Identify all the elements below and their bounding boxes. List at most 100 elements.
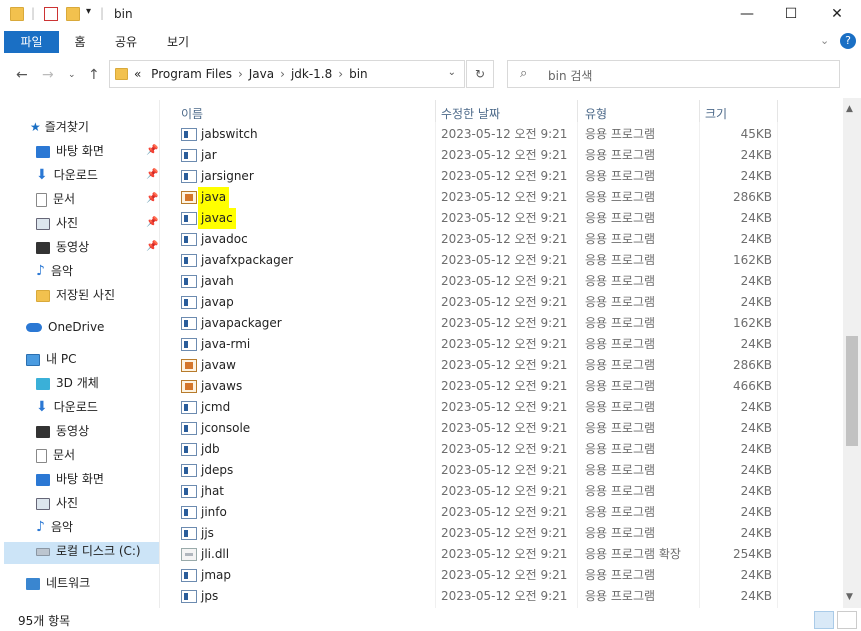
tab-home[interactable]: 홈 xyxy=(62,31,98,53)
file-row[interactable]: jconsole 2023-05-12 오전 9:21 응용 프로그램 24KB xyxy=(165,418,842,439)
sidebar-item-3d-objects[interactable]: 3D 개체 xyxy=(36,372,99,394)
pin-icon[interactable]: 📌 xyxy=(146,217,158,228)
3d-objects-icon xyxy=(36,377,50,390)
forward-arrow-icon[interactable]: → xyxy=(42,67,54,83)
column-divider[interactable] xyxy=(777,100,778,124)
sidebar-item-downloads[interactable]: ⬇ 다운로드 xyxy=(36,396,98,418)
chevron-right-icon[interactable]: › xyxy=(338,67,343,81)
properties-icon[interactable] xyxy=(44,7,58,21)
file-row[interactable]: jcmd 2023-05-12 오전 9:21 응용 프로그램 24KB xyxy=(165,397,842,418)
column-header-type[interactable]: 유형 xyxy=(585,105,607,122)
breadcrumb-item[interactable]: Java xyxy=(249,67,274,81)
file-row[interactable]: javapackager 2023-05-12 오전 9:21 응용 프로그램 162… xyxy=(165,313,842,334)
file-row[interactable]: jdb 2023-05-12 오전 9:21 응용 프로그램 24KB xyxy=(165,439,842,460)
file-row[interactable]: jli.dll 2023-05-12 오전 9:21 응용 프로그램 확장 254KB xyxy=(165,544,842,565)
sidebar-item-onedrive[interactable]: OneDrive xyxy=(26,316,104,338)
sidebar-item-saved-pictures[interactable]: 저장된 사진 xyxy=(36,284,115,306)
scroll-down-arrow-icon[interactable]: ▼ xyxy=(846,592,853,602)
sidebar-item-network[interactable]: 네트워크 xyxy=(26,572,90,594)
sidebar-item-pictures[interactable]: 사진 xyxy=(36,212,78,234)
minimize-button[interactable]: — xyxy=(732,3,762,25)
column-header-name[interactable]: 이름 xyxy=(181,105,203,122)
chevron-down-icon[interactable]: ⌄ xyxy=(448,67,456,78)
tab-view[interactable]: 보기 xyxy=(156,31,200,53)
file-row[interactable]: jmap 2023-05-12 오전 9:21 응용 프로그램 24KB xyxy=(165,565,842,586)
details-view-button[interactable] xyxy=(814,611,834,629)
tab-share[interactable]: 공유 xyxy=(104,31,148,53)
file-size: 286KB xyxy=(732,358,772,372)
breadcrumb-prefix[interactable]: « xyxy=(134,67,141,81)
file-row[interactable]: javadoc 2023-05-12 오전 9:21 응용 프로그램 24KB xyxy=(165,229,842,250)
tab-file[interactable]: 파일 xyxy=(4,31,59,53)
recent-dropdown-icon[interactable]: ⌄ xyxy=(68,70,76,80)
new-folder-icon[interactable] xyxy=(66,7,80,21)
column-header-size[interactable]: 크기 xyxy=(705,105,727,122)
file-row[interactable]: jjs 2023-05-12 오전 9:21 응용 프로그램 24KB xyxy=(165,523,842,544)
chevron-right-icon[interactable]: › xyxy=(238,67,243,81)
file-row[interactable]: java 2023-05-12 오전 9:21 응용 프로그램 286KB xyxy=(165,187,842,208)
sidebar-item-quick-access[interactable]: ★ 즐겨찾기 xyxy=(30,116,89,138)
file-row[interactable]: javah 2023-05-12 오전 9:21 응용 프로그램 24KB xyxy=(165,271,842,292)
file-row[interactable]: javaws 2023-05-12 오전 9:21 응용 프로그램 466KB xyxy=(165,376,842,397)
file-row[interactable]: java-rmi 2023-05-12 오전 9:21 응용 프로그램 24KB xyxy=(165,334,842,355)
file-row[interactable]: javafxpackager 2023-05-12 오전 9:21 응용 프로그램 1… xyxy=(165,250,842,271)
column-divider[interactable] xyxy=(699,100,700,124)
customize-toolbar-icon[interactable]: ▾ xyxy=(86,6,91,17)
help-icon[interactable]: ? xyxy=(840,33,856,49)
file-row[interactable]: jarsigner 2023-05-12 오전 9:21 응용 프로그램 24KB xyxy=(165,166,842,187)
column-header-date[interactable]: 수정한 날짜 xyxy=(441,105,500,122)
sidebar-item-pictures[interactable]: 사진 xyxy=(36,492,78,514)
back-arrow-icon[interactable]: ← xyxy=(16,67,28,83)
sidebar-item-this-pc[interactable]: 내 PC xyxy=(26,348,76,370)
vertical-scrollbar[interactable]: ▲ ▼ xyxy=(843,98,861,608)
scroll-up-arrow-icon[interactable]: ▲ xyxy=(846,104,853,114)
file-row[interactable]: jabswitch 2023-05-12 오전 9:21 응용 프로그램 45KB xyxy=(165,124,842,145)
column-divider[interactable] xyxy=(577,100,578,124)
column-divider[interactable] xyxy=(435,100,436,124)
window-title: bin xyxy=(114,7,133,21)
refresh-button[interactable]: ↻ xyxy=(466,60,494,88)
sidebar-item-music[interactable]: ♪ 음악 xyxy=(36,516,73,538)
scrollbar-thumb[interactable] xyxy=(846,336,858,446)
app-icon xyxy=(181,149,197,162)
file-name: jar xyxy=(201,148,217,162)
file-row[interactable]: javaw 2023-05-12 오전 9:21 응용 프로그램 286KB xyxy=(165,355,842,376)
file-size: 24KB xyxy=(740,484,772,498)
file-row[interactable]: javac 2023-05-12 오전 9:21 응용 프로그램 24KB xyxy=(165,208,842,229)
sidebar-item-desktop[interactable]: 바탕 화면 xyxy=(36,468,104,490)
sidebar-item-desktop[interactable]: 바탕 화면 xyxy=(36,140,104,162)
sidebar-item-local-disk[interactable]: 로컬 디스크 (C:) xyxy=(36,540,141,562)
maximize-button[interactable]: ☐ xyxy=(776,3,806,25)
chevron-right-icon[interactable]: › xyxy=(280,67,285,81)
sidebar-item-videos[interactable]: 동영상 xyxy=(36,420,89,442)
breadcrumb-item[interactable]: jdk-1.8 xyxy=(291,67,332,81)
file-row[interactable]: jdeps 2023-05-12 오전 9:21 응용 프로그램 24KB xyxy=(165,460,842,481)
file-row[interactable]: jps 2023-05-12 오전 9:21 응용 프로그램 24KB xyxy=(165,586,842,607)
pin-icon[interactable]: 📌 xyxy=(146,241,158,252)
sidebar-item-documents[interactable]: 문서 xyxy=(36,188,75,210)
address-bar[interactable]: « Program Files › Java › jdk-1.8 › bin ⌄ xyxy=(109,60,465,88)
file-row[interactable]: javap 2023-05-12 오전 9:21 응용 프로그램 24KB xyxy=(165,292,842,313)
search-icon: ⌕ xyxy=(520,66,528,81)
file-row[interactable]: jhat 2023-05-12 오전 9:21 응용 프로그램 24KB xyxy=(165,481,842,502)
up-arrow-icon[interactable]: ↑ xyxy=(88,67,100,83)
file-row[interactable]: jinfo 2023-05-12 오전 9:21 응용 프로그램 24KB xyxy=(165,502,842,523)
sidebar-item-music[interactable]: ♪ 음악 xyxy=(36,260,73,282)
file-row[interactable]: jar 2023-05-12 오전 9:21 응용 프로그램 24KB xyxy=(165,145,842,166)
sidebar-item-downloads[interactable]: ⬇ 다운로드 xyxy=(36,164,98,186)
breadcrumb-item[interactable]: bin xyxy=(349,67,368,81)
search-input[interactable]: ⌕ bin 검색 xyxy=(507,60,840,88)
pin-icon[interactable]: 📌 xyxy=(146,169,158,180)
file-size: 45KB xyxy=(740,127,772,141)
large-icons-view-button[interactable] xyxy=(837,611,857,629)
file-type: 응용 프로그램 xyxy=(585,463,656,477)
pin-icon[interactable]: 📌 xyxy=(146,145,158,156)
chevron-down-icon[interactable]: ⌄ xyxy=(820,34,829,47)
close-button[interactable]: ✕ xyxy=(822,3,852,25)
sidebar-item-documents[interactable]: 문서 xyxy=(36,444,75,466)
sidebar-item-videos[interactable]: 동영상 xyxy=(36,236,89,258)
pin-icon[interactable]: 📌 xyxy=(146,193,158,204)
breadcrumb-item[interactable]: Program Files xyxy=(151,67,232,81)
app-icon xyxy=(181,569,197,582)
app-icon xyxy=(181,506,197,519)
